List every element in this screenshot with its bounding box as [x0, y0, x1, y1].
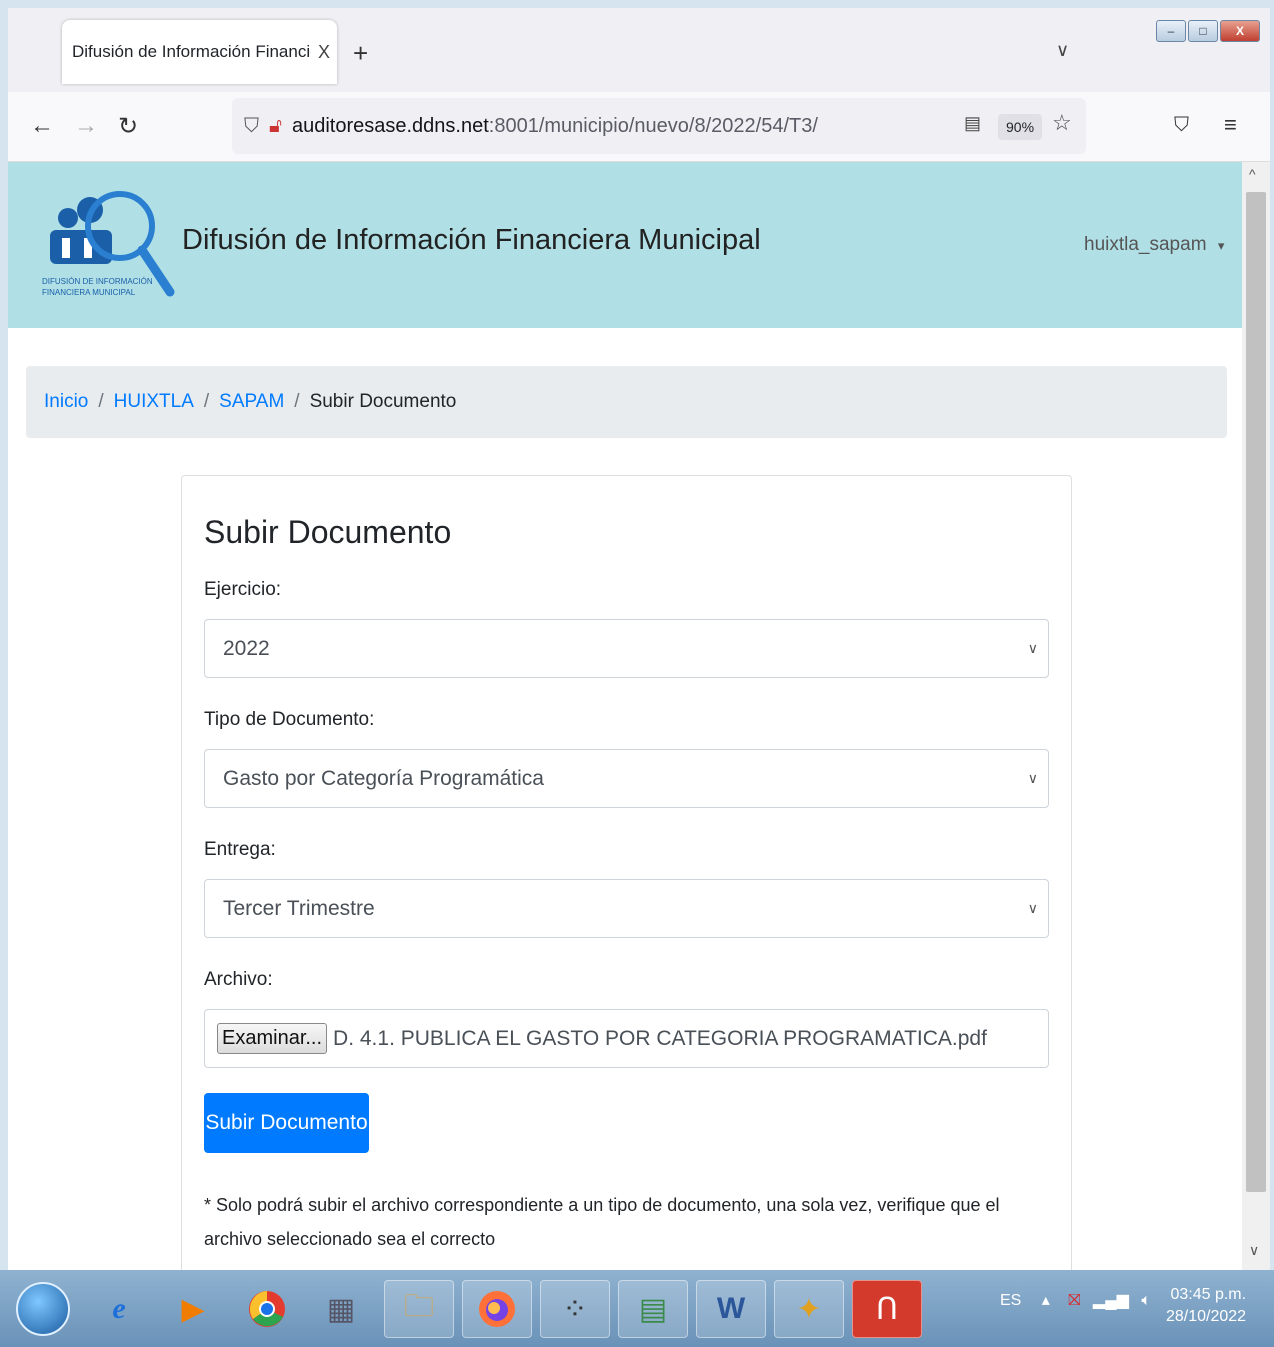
clock-date: 28/10/2022: [1166, 1308, 1247, 1325]
file-input[interactable]: Examinar... D. 4.1. PUBLICA EL GASTO POR…: [204, 1009, 1049, 1068]
submit-document-button[interactable]: Subir Documento: [204, 1093, 369, 1153]
tipo-documento-select[interactable]: Gasto por Categoría Programática ∨: [204, 749, 1049, 808]
reload-icon[interactable]: ↻: [118, 112, 138, 141]
browser-nav-bar: ← → ↻ ⛉ 🔓︎ auditoresase.ddns.net:8001/mu…: [8, 92, 1270, 162]
calculator-icon[interactable]: ▦: [306, 1280, 376, 1338]
upload-form-card: Subir Documento Ejercicio: 2022 ∨ Tipo d…: [181, 475, 1072, 1270]
ejercicio-value: 2022: [223, 636, 270, 660]
start-button[interactable]: [16, 1282, 70, 1336]
breadcrumb-link-inicio[interactable]: Inicio: [44, 391, 88, 413]
url-host: auditoresase.ddns.net: [291, 114, 489, 137]
clock-time: 03:45 p.m.: [1170, 1286, 1247, 1303]
page-scrollbar[interactable]: ^ ∨: [1242, 162, 1270, 1270]
magnifier-people-logo-icon: DIFUSIÓN DE INFORMACIÓN FINANCIERA MUNIC…: [42, 191, 175, 297]
breadcrumb-separator: /: [294, 391, 300, 412]
chrome-icon[interactable]: [232, 1280, 302, 1338]
bookmark-star-icon[interactable]: ☆: [1052, 110, 1072, 136]
selected-file-name: D. 4.1. PUBLICA EL GASTO POR CATEGORIA P…: [333, 1026, 987, 1050]
installer-app-icon[interactable]: ✦: [774, 1280, 844, 1338]
breadcrumb-separator: /: [203, 391, 210, 412]
system-clock[interactable]: 03:45 p.m. 28/10/2022: [1166, 1284, 1246, 1328]
shield-icon[interactable]: ⛉: [244, 115, 259, 138]
zoom-level[interactable]: 90%: [998, 114, 1043, 140]
site-header: DIFUSIÓN DE INFORMACIÓN FINANCIERA MUNIC…: [8, 162, 1242, 328]
language-indicator[interactable]: ES: [1000, 1292, 1021, 1309]
scroll-down-icon[interactable]: ∨: [1249, 1242, 1259, 1259]
internet-explorer-icon[interactable]: e: [84, 1280, 154, 1338]
reader-view-icon[interactable]: ▤: [964, 113, 981, 134]
scroll-up-icon[interactable]: ^: [1249, 166, 1256, 182]
back-icon[interactable]: ←: [30, 112, 54, 140]
tipo-documento-value: Gasto por Categoría Programática: [223, 766, 544, 790]
site-logo[interactable]: DIFUSIÓN DE INFORMACIÓN FINANCIERA MUNIC…: [38, 180, 178, 310]
window-controls: – □ X: [1156, 20, 1260, 42]
scrollbar-thumb[interactable]: [1246, 192, 1266, 1192]
archivo-label: Archivo:: [204, 969, 273, 990]
entrega-label: Entrega:: [204, 839, 276, 860]
page-viewport: DIFUSIÓN DE INFORMACIÓN FINANCIERA MUNIC…: [8, 162, 1242, 1270]
browser-tab[interactable]: Difusión de Información Financiera M X: [62, 20, 337, 84]
ejercicio-label: Ejercicio:: [204, 579, 282, 600]
user-menu[interactable]: huixtla_sapam ▾: [1084, 234, 1224, 256]
new-tab-button[interactable]: +: [353, 38, 368, 69]
firefox-icon[interactable]: [462, 1280, 532, 1338]
form-title: Subir Documento: [204, 514, 452, 550]
breadcrumb: Inicio / HUIXTLA / SAPAM / Subir Documen…: [26, 366, 1227, 438]
entrega-value: Tercer Trimestre: [223, 896, 375, 920]
chevron-down-icon: ∨: [1027, 900, 1038, 916]
user-name: huixtla_sapam: [1084, 234, 1207, 255]
entrega-select[interactable]: Tercer Trimestre ∨: [204, 879, 1049, 938]
minimize-button[interactable]: –: [1156, 20, 1186, 42]
upload-note: * Solo podrá subir el archivo correspond…: [204, 1195, 1000, 1249]
breadcrumb-link-huixtla[interactable]: HUIXTLA: [114, 391, 194, 413]
pocket-icon[interactable]: ⛉: [1174, 114, 1189, 137]
caret-down-icon: ▾: [1217, 238, 1225, 253]
breadcrumb-current: Subir Documento: [309, 391, 457, 412]
tab-close-icon[interactable]: X: [311, 42, 337, 63]
close-window-button[interactable]: X: [1220, 20, 1260, 42]
network-warning-icon[interactable]: ⛝: [1068, 1292, 1080, 1309]
site-title[interactable]: Difusión de Información Financiera Munic…: [182, 224, 761, 257]
breadcrumb-link-sapam[interactable]: SAPAM: [219, 391, 284, 413]
forward-icon[interactable]: →: [74, 112, 98, 140]
tipo-documento-label: Tipo de Documento:: [204, 709, 375, 730]
taskbar: e ▶ ▦ 🗀 ⁘ ▤ W ✦ ᑎ ES ▴ ⛝ ▂▄▆ 🔈︎ 03:45 p.…: [0, 1270, 1274, 1347]
network-app-icon[interactable]: ⁘: [540, 1280, 610, 1338]
breadcrumb-separator: /: [98, 391, 104, 412]
chevron-down-icon: ∨: [1027, 770, 1038, 786]
logo-text-line2: FINANCIERA MUNICIPAL: [42, 288, 136, 297]
signal-icon[interactable]: ▂▄▆: [1093, 1292, 1129, 1309]
insecure-lock-icon[interactable]: 🔓︎: [269, 115, 282, 138]
file-explorer-icon[interactable]: 🗀: [384, 1280, 454, 1338]
hamburger-menu-icon[interactable]: ≡: [1224, 112, 1237, 138]
tab-title: Difusión de Información Financiera M: [72, 42, 311, 61]
address-bar[interactable]: ⛉ 🔓︎ auditoresase.ddns.net:8001/municipi…: [232, 98, 1086, 154]
volume-icon[interactable]: 🔈︎: [1141, 1292, 1151, 1309]
pdf-app-icon[interactable]: ᑎ: [852, 1280, 922, 1338]
media-player-icon[interactable]: ▶: [158, 1280, 228, 1338]
list-tabs-icon[interactable]: ∨: [1056, 40, 1069, 61]
word-icon[interactable]: W: [696, 1280, 766, 1338]
system-tray: ES ▴ ⛝ ▂▄▆ 🔈︎: [1000, 1290, 1151, 1310]
logo-text-line1: DIFUSIÓN DE INFORMACIÓN: [42, 277, 153, 286]
url-path: :8001/municipio/nuevo/8/2022/54/T3/: [488, 114, 818, 137]
maximize-button[interactable]: □: [1188, 20, 1218, 42]
chevron-down-icon: ∨: [1027, 640, 1038, 656]
browser-tab-bar: Difusión de Información Financiera M X +…: [8, 8, 1270, 92]
browse-button[interactable]: Examinar...: [217, 1023, 328, 1054]
show-hidden-icons-icon[interactable]: ▴: [1042, 1292, 1050, 1309]
ejercicio-select[interactable]: 2022 ∨: [204, 619, 1049, 678]
spreadsheet-app-icon[interactable]: ▤: [618, 1280, 688, 1338]
